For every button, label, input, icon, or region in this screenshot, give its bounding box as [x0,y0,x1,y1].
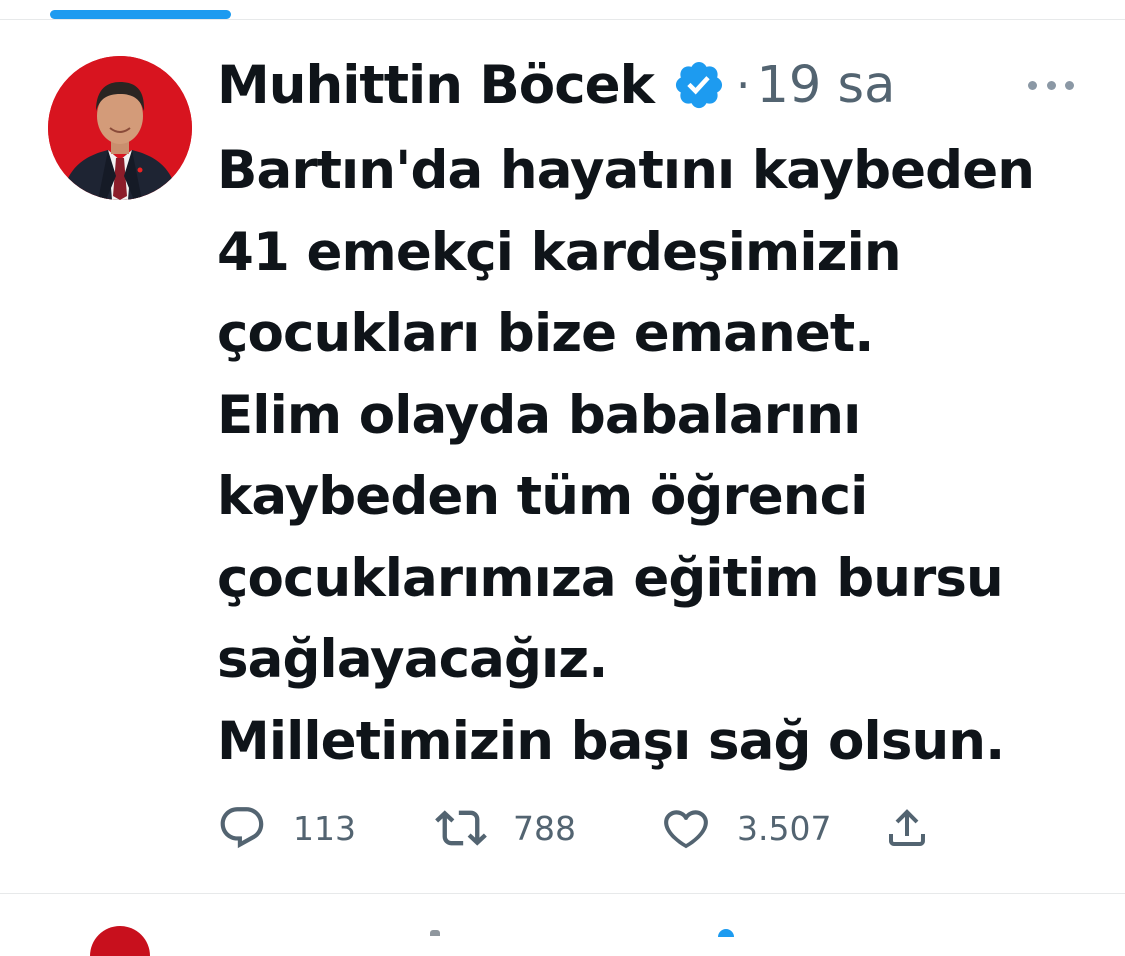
more-options-icon[interactable] [1028,72,1074,98]
like-button[interactable]: 3.507 [661,803,831,853]
next-tweet-name-fragment [430,930,440,936]
tweet-text-line: 41 emekçi kardeşimizin [217,221,902,283]
next-tweet-verified-badge-icon [718,929,734,937]
header-separator: · [735,58,751,112]
retweet-icon [435,802,487,854]
more-dot [1065,80,1074,90]
share-icon [883,804,931,852]
retweet-count: 788 [513,808,576,848]
reply-icon [217,803,267,853]
like-count: 3.507 [737,808,832,848]
next-tweet-avatar[interactable] [90,926,150,956]
tweet-text-line: sağlayacağız. [217,629,608,690]
avatar-photo [48,56,192,200]
heart-icon [661,803,711,853]
tweet-text-line: çocukları bize emanet. [217,303,874,364]
tweet-header: Muhittin Böcek · 19 sa [217,50,895,120]
reply-button[interactable]: 113 [217,803,356,853]
tweet[interactable]: Muhittin Böcek · 19 sa Bartın'da hayatın… [0,20,1125,893]
tweet-divider [0,893,1125,894]
author-name[interactable]: Muhittin Böcek [217,55,655,116]
tweet-text-line: çocuklarımıza eğitim bursu [217,547,1004,609]
verified-badge-icon [672,58,726,112]
tweet-text-line: Elim olayda babalarını [217,384,861,446]
tweet-text-line: kaybeden tüm öğrenci [217,466,868,527]
more-dot [1046,80,1056,90]
tweet-text: Bartın'da hayatını kaybeden 41 emekçi ka… [217,130,1097,782]
retweet-button[interactable]: 788 [435,803,576,853]
tweet-timestamp[interactable]: 19 sa [756,56,895,115]
active-tab-indicator [50,10,231,19]
reply-count: 113 [293,808,356,848]
share-button[interactable] [883,803,931,853]
tweet-text-line: Milletimizin başı sağ olsun. [217,710,1005,772]
avatar[interactable] [48,56,192,200]
more-dot [1028,80,1037,90]
tweet-actions: 113 788 3.507 [217,803,1097,853]
tweet-text-line: Bartın'da hayatını kaybeden [217,140,1035,201]
